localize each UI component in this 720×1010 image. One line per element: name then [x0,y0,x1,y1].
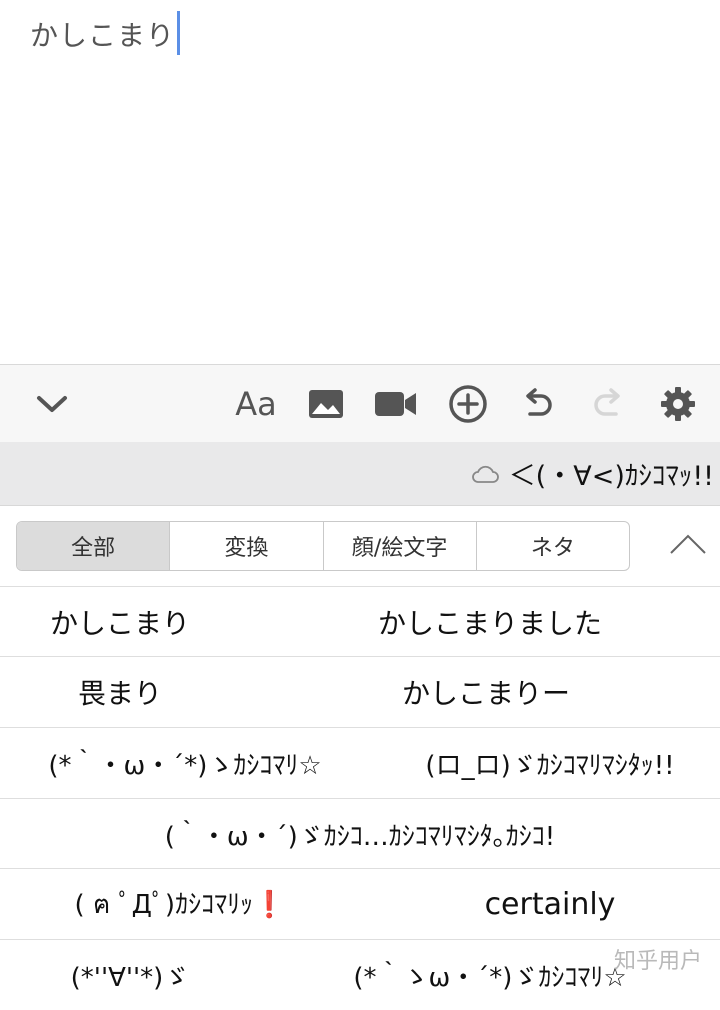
insert-video-button[interactable] [366,365,426,442]
candidate-item[interactable]: (｀・ω・´)ゞｶｼｺ…ｶｼｺﾏﾘﾏｼﾀ｡ｶｼｺ! [0,799,720,869]
candidate-row: (*''∀''*)ゞ (*｀ゝω・´*)ゞｶｼｺﾏﾘ☆ [0,939,720,1010]
prediction-bar: ＜(・∀<)ｶｼｺﾏｯ!! [0,442,720,506]
cloud-icon [471,465,499,483]
candidate-item[interactable]: 畏まり [0,657,240,727]
candidate-row: (｀・ω・´)ゞｶｼｺ…ｶｼｺﾏﾘﾏｼﾀ｡ｶｼｺ! [0,798,720,869]
candidate-item[interactable]: ( ฅ ﾟДﾟ)ｶｼｺﾏﾘｯ❗ [40,869,320,939]
candidate-item[interactable]: (ロ_ロ)ゞｶｼｺﾏﾘﾏｼﾀｯ!! [395,728,705,798]
dismiss-keyboard-button[interactable] [22,365,82,442]
chevron-down-icon [37,395,67,412]
candidate-item[interactable]: (*｀ゝω・´*)ゞｶｼｺﾏﾘ☆ [320,940,660,1010]
video-camera-icon [375,391,416,416]
font-icon: Aa [235,384,277,423]
tab-neta[interactable]: ネタ [477,522,629,570]
undo-button[interactable] [508,365,568,442]
editor-content[interactable]: かしこまり [30,11,181,59]
candidate-row: かしこまり かしこまりました [0,586,720,657]
chevron-up-icon [670,534,706,554]
candidate-item[interactable]: かしこまりました [360,587,620,657]
candidate-item[interactable]: certainly [440,869,660,939]
tab-convert[interactable]: 変換 [170,522,324,570]
candidate-row: ( ฅ ﾟДﾟ)ｶｼｺﾏﾘｯ❗ certainly [0,868,720,939]
candidate-item[interactable]: かしこまりー [360,657,612,727]
editor-text: かしこまり [30,19,176,52]
tab-all[interactable]: 全部 [17,522,171,570]
text-editor[interactable]: かしこまり [0,0,720,364]
insert-image-button[interactable] [296,365,356,442]
candidate-row: (*｀・ω・´*)ゝｶｼｺﾏﾘ☆ (ロ_ロ)ゞｶｼｺﾏﾘﾏｼﾀｯ!! [0,727,720,798]
cloud-suggestion-text: ＜(・∀<)ｶｼｺﾏｯ!! [508,461,714,492]
gear-icon [661,386,695,421]
tab-emoticons[interactable]: 顔/絵文字 [324,522,477,570]
candidate-panel: 全部 変換 顔/絵文字 ネタ かしこまり かしこまりました 畏まり かしこまりー… [0,506,720,993]
undo-icon [526,387,552,416]
watermark: 知乎用户 [613,949,702,974]
candidate-row: 畏まり かしこまりー [0,656,720,727]
category-tabs: 全部 変換 顔/絵文字 ネタ [16,521,630,571]
candidate-item[interactable]: (*''∀''*)ゞ [40,940,220,1010]
candidate-item[interactable]: かしこまり [0,587,240,657]
editor-toolbar: Aa [0,364,720,443]
text-caret [177,11,181,55]
cloud-suggestion[interactable]: ＜(・∀<)ｶｼｺﾏｯ!! [471,454,714,493]
font-format-button[interactable]: Aa [226,365,286,442]
plus-circle-icon [449,384,487,423]
redo-icon [594,387,620,416]
redo-button[interactable] [578,365,638,442]
settings-button[interactable] [648,365,708,442]
add-button[interactable] [438,365,498,442]
candidate-item[interactable]: (*｀・ω・´*)ゝｶｼｺﾏﾘ☆ [20,728,350,798]
collapse-button[interactable] [668,528,708,564]
image-icon [309,389,343,418]
